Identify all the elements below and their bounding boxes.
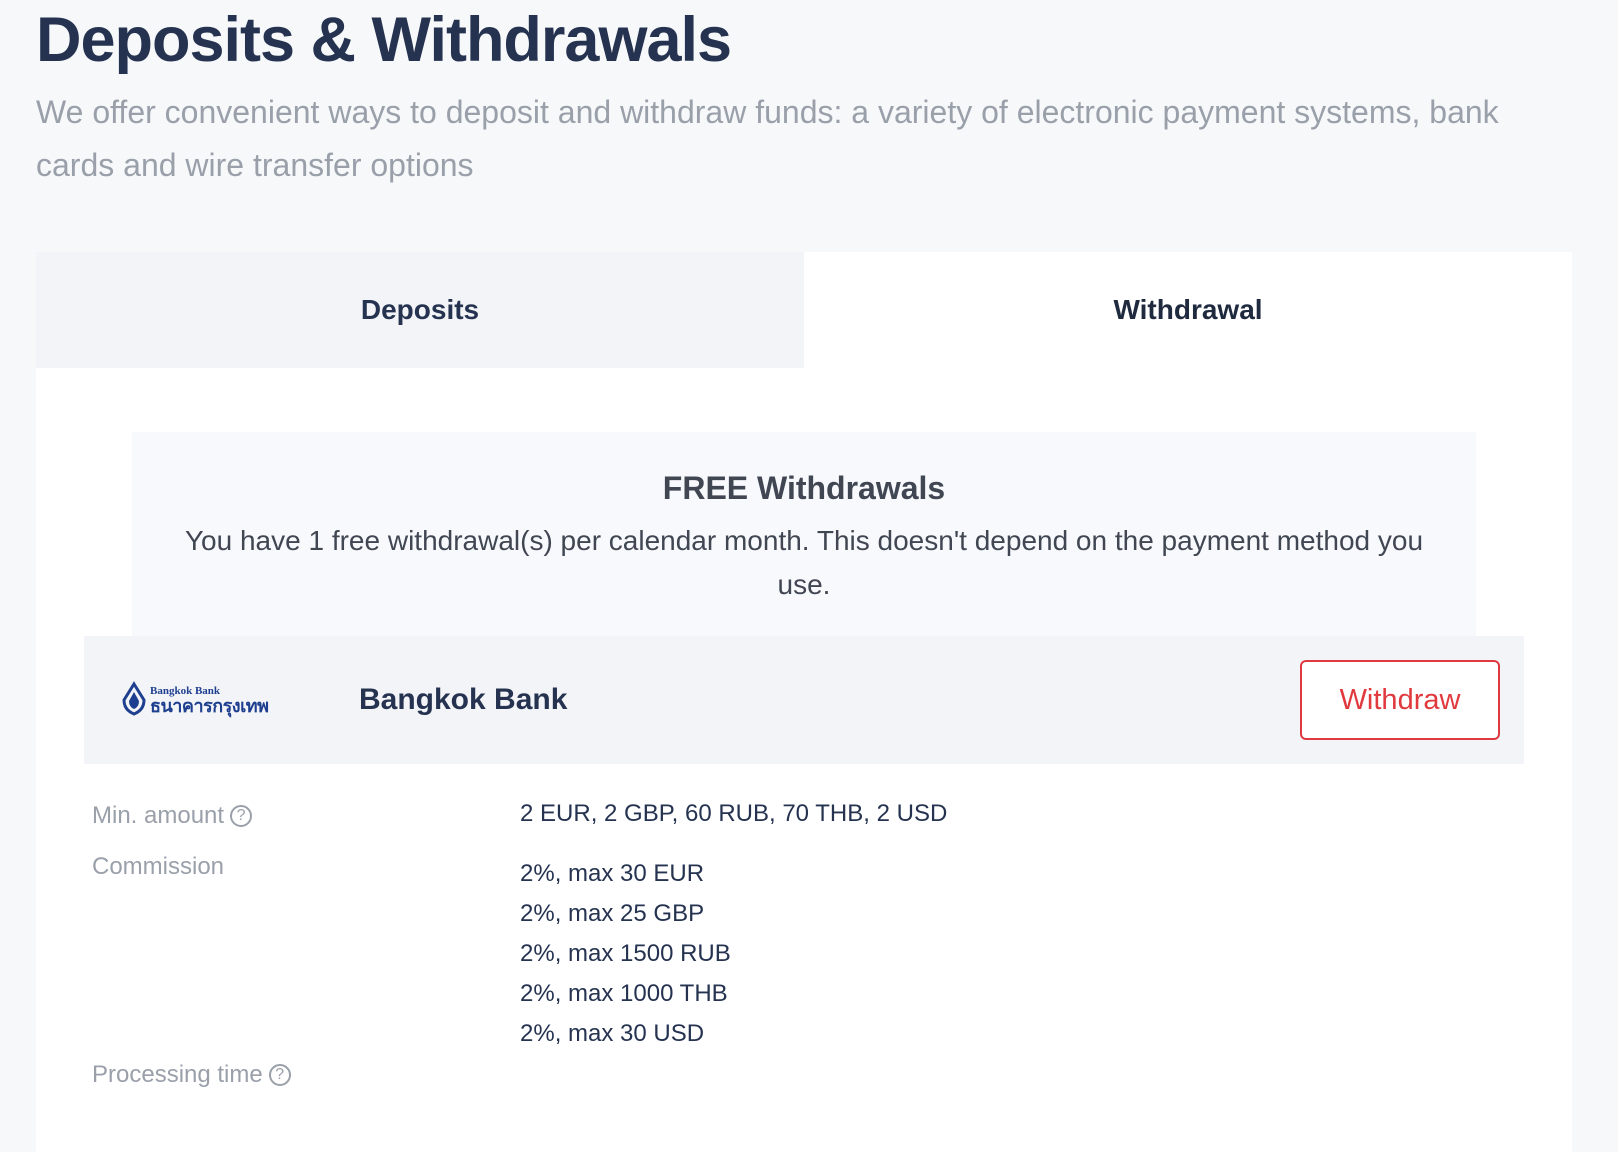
page-subtitle: We offer convenient ways to deposit and … — [36, 94, 1499, 183]
min-amount-label: Min. amount ? — [92, 802, 253, 830]
lotus-icon — [122, 681, 146, 716]
help-icon[interactable]: ? — [230, 805, 253, 827]
notice-text: You have 1 free withdrawal(s) per calend… — [184, 525, 1424, 600]
commission-item: 2%, max 25 GBP — [520, 900, 705, 927]
help-icon[interactable]: ? — [268, 1064, 291, 1086]
commission-label: Commission — [92, 853, 225, 880]
payment-method-row: Bangkok Bank ธนาคารกรุงเทพ Bangkok Bank … — [84, 636, 1524, 764]
free-withdrawals-notice: FREE Withdrawals You have 1 free withdra… — [132, 432, 1476, 640]
commission-item: 2%, max 30 EUR — [520, 860, 705, 887]
commission-item: 2%, max 30 USD — [520, 1020, 705, 1047]
tab-bar: Deposits Withdrawal — [36, 252, 1572, 368]
withdraw-button[interactable]: Withdraw — [1300, 660, 1500, 740]
notice-title: FREE Withdrawals — [662, 470, 946, 506]
bangkok-bank-logo: Bangkok Bank ธนาคารกรุงเทพ — [120, 678, 295, 722]
commission-list: 2%, max 30 EUR 2%, max 25 GBP 2%, max 15… — [520, 854, 731, 1054]
commission-item: 2%, max 1000 THB — [520, 980, 728, 1007]
tab-deposits[interactable]: Deposits — [36, 252, 804, 368]
bank-name: Bangkok Bank — [359, 683, 568, 716]
commission-item: 2%, max 1500 RUB — [520, 940, 731, 967]
min-amount-value: 2 EUR, 2 GBP, 60 RUB, 70 THB, 2 USD — [520, 800, 948, 827]
payments-panel: Deposits Withdrawal FREE Withdrawals You… — [36, 252, 1572, 1152]
tab-withdrawal[interactable]: Withdrawal — [804, 252, 1572, 368]
page-title: Deposits & Withdrawals — [36, 5, 732, 75]
processing-time-label: Processing time ? — [92, 1061, 291, 1089]
